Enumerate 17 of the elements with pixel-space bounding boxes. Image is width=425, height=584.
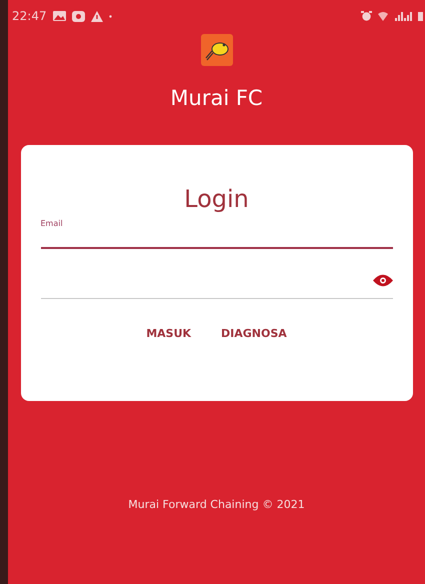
login-button[interactable]: MASUK (136, 321, 202, 346)
show-password-icon[interactable] (372, 274, 392, 287)
alarm-icon (361, 11, 372, 21)
signal-icon (394, 11, 412, 21)
warning-icon (90, 10, 103, 22)
gallery-icon (52, 11, 66, 21)
wifi-icon (378, 11, 388, 21)
diagnose-button[interactable]: DIAGNOSA (211, 321, 297, 346)
app-title: Murai FC (170, 86, 263, 110)
app-notification-icon (72, 10, 85, 22)
bird-logo-icon (200, 34, 232, 66)
footer-text: Murai Forward Chaining © 2021 (128, 498, 305, 511)
status-time: 22:47 (12, 9, 47, 23)
login-title: Login (183, 185, 250, 213)
battery-icon (418, 11, 423, 21)
dot-icon (108, 14, 112, 18)
email-field[interactable]: Email (40, 213, 392, 249)
